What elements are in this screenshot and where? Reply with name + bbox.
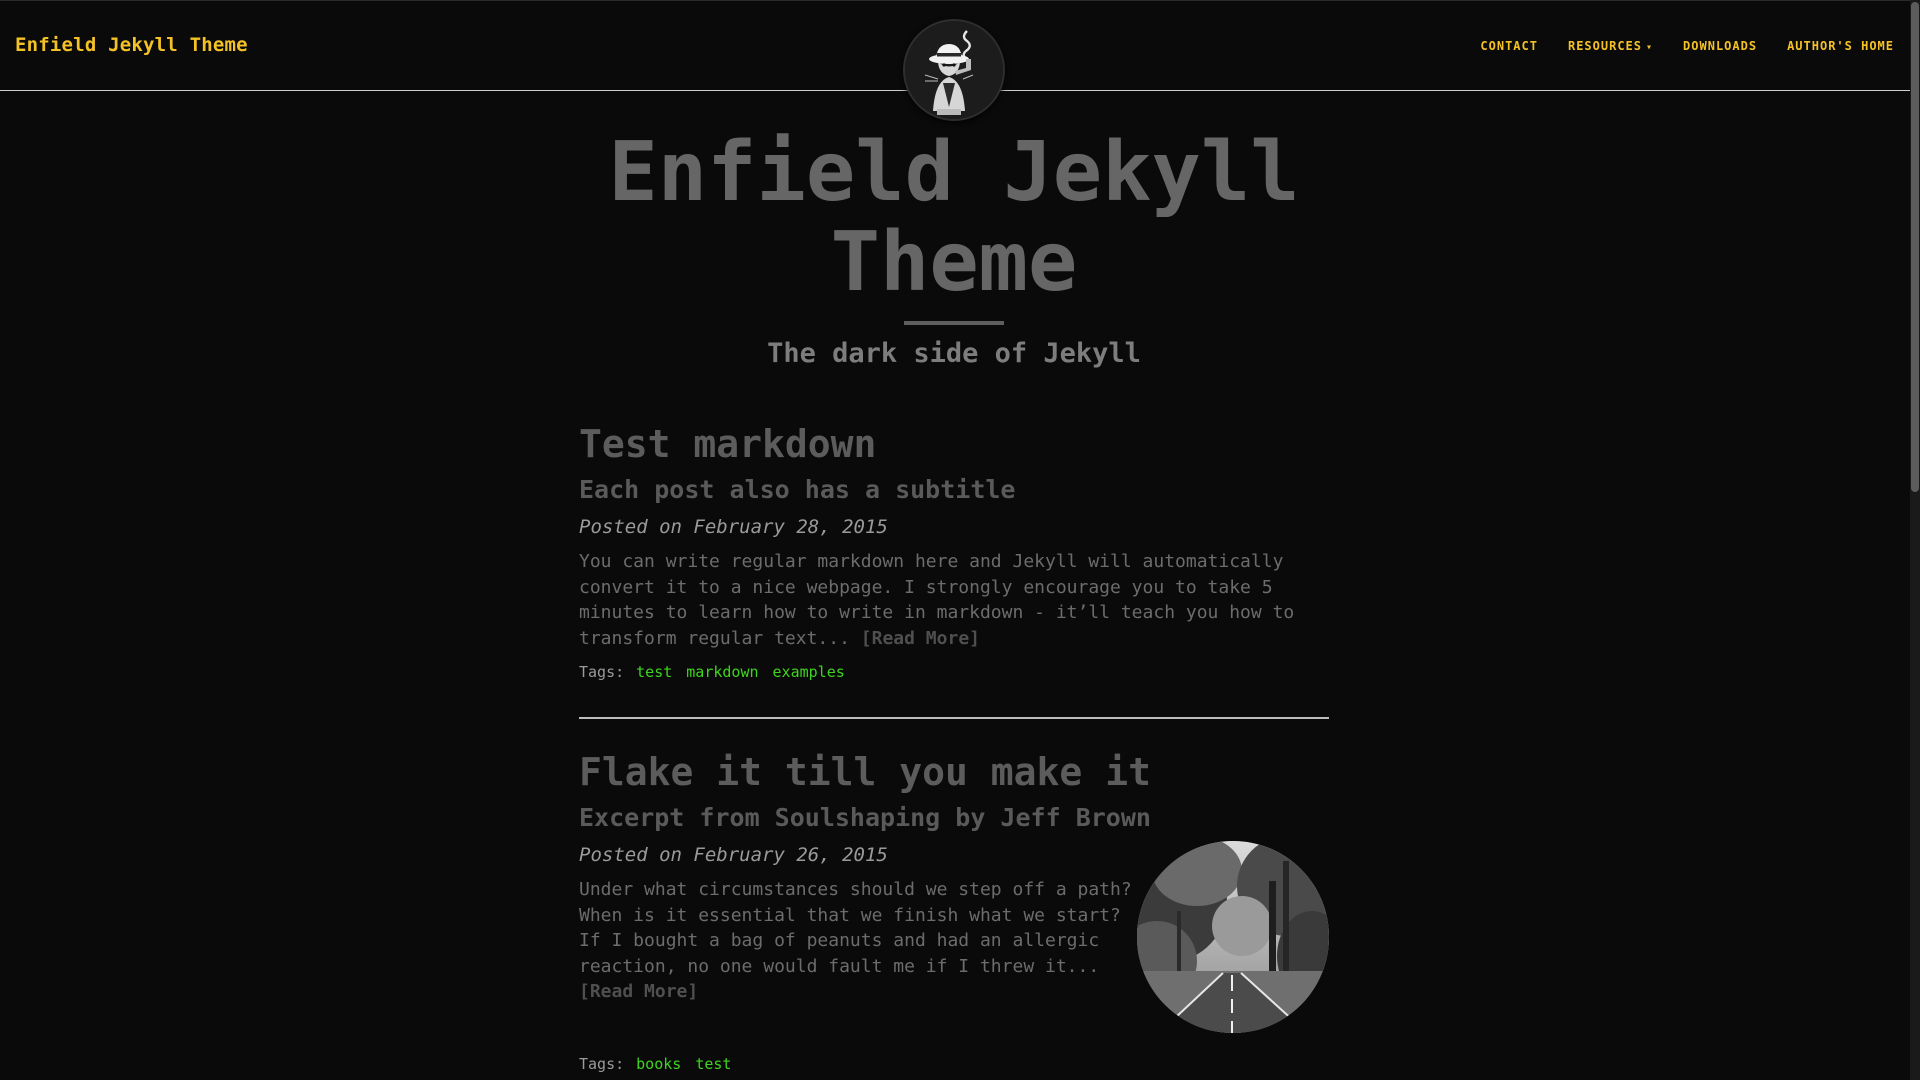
forest-road-image <box>1137 841 1329 1033</box>
page-title: Enfield Jekyll Theme <box>608 125 1300 310</box>
avatar[interactable] <box>903 19 1005 121</box>
post-link[interactable]: Test markdown Each post also has a subti… <box>579 421 1329 507</box>
tag-link-test[interactable]: test <box>695 1055 731 1073</box>
nav-link-authors-home-label: AUTHOR'S HOME <box>1787 39 1894 53</box>
tag-link-examples[interactable]: examples <box>773 663 845 681</box>
post-meta: Posted on February 28, 2015 <box>579 516 888 538</box>
post-divider <box>579 717 1329 719</box>
nav-link-downloads-label: DOWNLOADS <box>1683 39 1758 53</box>
post-title: Test markdown <box>579 422 877 466</box>
post-excerpt: You can write regular markdown here and … <box>579 549 1329 651</box>
nav-link-downloads[interactable]: DOWNLOADS <box>1683 39 1757 53</box>
tag-link-markdown[interactable]: markdown <box>686 663 758 681</box>
post-preview: Test markdown Each post also has a subti… <box>579 421 1329 681</box>
read-more-link[interactable]: [Read More] <box>579 981 698 1002</box>
brand-link[interactable]: Enfield Jekyll Theme <box>15 34 248 56</box>
nav-link-authors-home[interactable]: AUTHOR'S HOME <box>1787 39 1894 53</box>
nav-link-contact[interactable]: CONTACT <box>1480 39 1538 53</box>
nav-link-resources-label: RESOURCES <box>1567 39 1643 53</box>
post-title: Flake it till you make it <box>579 750 1151 794</box>
title-divider <box>904 321 1004 325</box>
post-excerpt-text: Under what circumstances should we step … <box>579 879 1132 977</box>
detective-avatar-icon <box>905 21 1003 119</box>
read-more-link[interactable]: [Read More] <box>861 628 980 649</box>
tags-label: Tags: <box>579 1054 625 1073</box>
nav-links: CONTACT RESOURCES ▾ DOWNLOADS AUTHOR'S HO… <box>1480 39 1894 53</box>
post-subtitle: Each post also has a subtitle <box>579 475 1016 504</box>
tag-link-test[interactable]: test <box>636 663 672 681</box>
post-link[interactable]: Flake it till you make it Excerpt from S… <box>579 749 1329 835</box>
nav-link-resources-dropdown[interactable]: RESOURCES ▾ <box>1568 39 1653 53</box>
page-subtitle: The dark side of Jekyll <box>767 338 1141 369</box>
post-tags: Tags: books test <box>579 1055 1329 1073</box>
post-excerpt: Under what circumstances should we step … <box>579 877 1139 1005</box>
tag-link-books[interactable]: books <box>636 1055 681 1073</box>
post-tags: Tags: test markdown examples <box>579 663 1329 681</box>
post-thumbnail[interactable] <box>1137 841 1329 1033</box>
tags-label: Tags: <box>579 663 625 682</box>
nav-link-contact-label: CONTACT <box>1480 39 1538 53</box>
scrollbar-thumb[interactable] <box>1911 2 1919 492</box>
post-subtitle: Excerpt from Soulshaping by Jeff Brown <box>579 803 1151 832</box>
scrollbar[interactable] <box>1910 0 1920 1080</box>
caret-down-icon: ▾ <box>1646 42 1654 53</box>
